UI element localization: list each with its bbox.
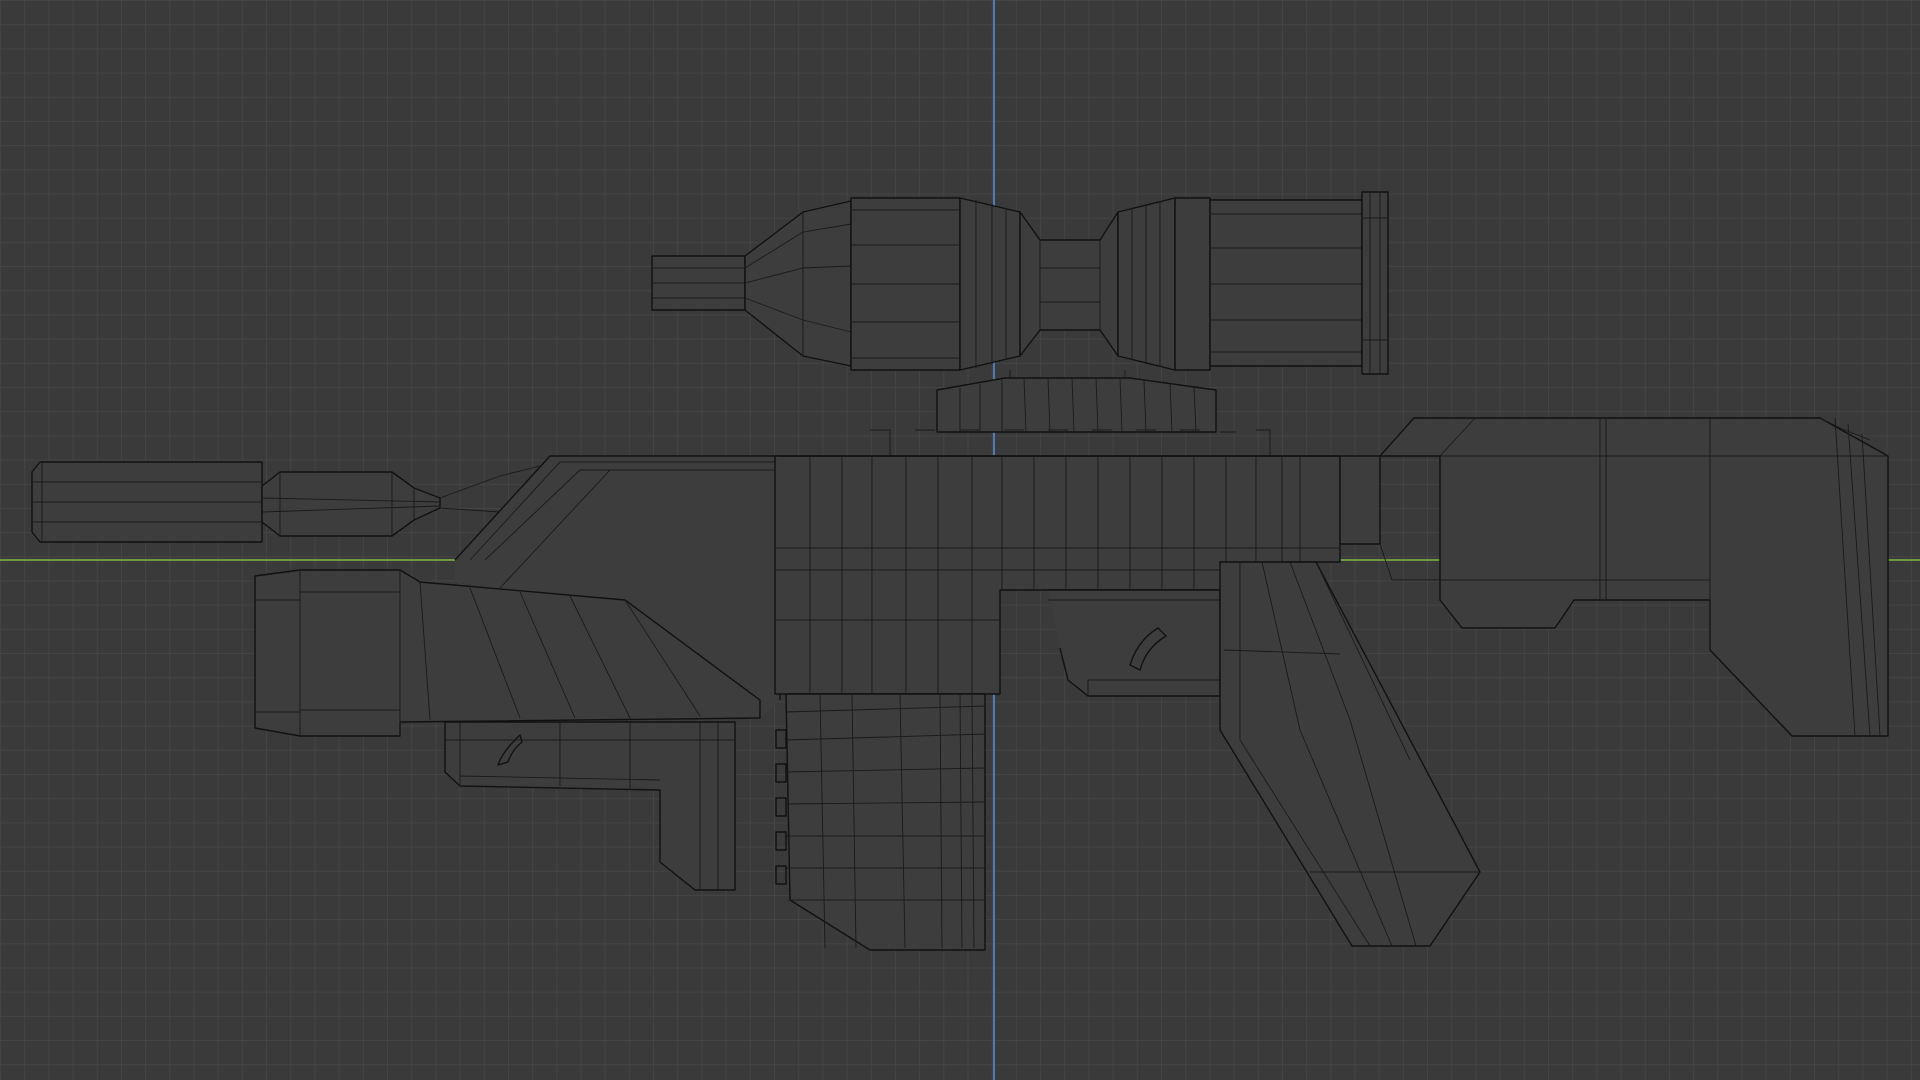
rifle-wireframe-mesh[interactable]: [0, 0, 1920, 1080]
magazine-mesh[interactable]: [775, 693, 986, 951]
suppressor-mesh[interactable]: [31, 461, 541, 543]
scope-mesh[interactable]: [651, 191, 1389, 433]
3d-viewport[interactable]: [0, 0, 1920, 1080]
stock-mesh[interactable]: [1379, 417, 1889, 737]
pistol-grip-mesh[interactable]: [1219, 561, 1481, 947]
